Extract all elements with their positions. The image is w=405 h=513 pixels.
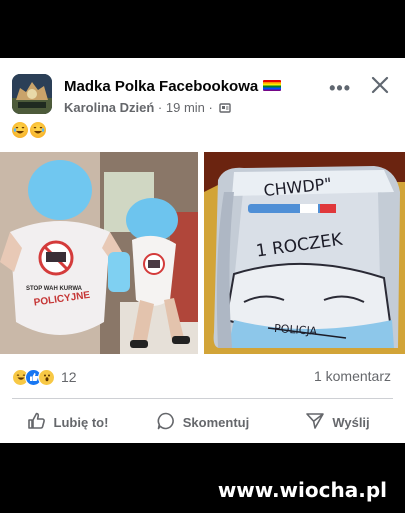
meta-separator: · xyxy=(157,100,163,115)
wow-reaction-icon xyxy=(38,368,55,386)
group-name[interactable]: Madka Polka Facebookowa xyxy=(64,78,282,95)
like-button-label: Lubię to! xyxy=(53,414,109,430)
rolling-laughing-emoji-icon xyxy=(12,122,28,138)
author-name[interactable]: Karolina Dzień xyxy=(64,100,154,115)
site-watermark: www.wiocha.pl xyxy=(217,478,387,502)
post-actions-bar: Lubię to! Skomentuj Wyślij xyxy=(0,404,405,440)
group-name-text[interactable]: Madka Polka Facebookowa xyxy=(64,78,258,95)
post-photos: STOP WAH KURWA POLICYJNE CHWDP" 1 ROCZEK… xyxy=(0,152,405,354)
close-icon[interactable] xyxy=(369,74,391,96)
meta-separator-2: · xyxy=(208,100,213,115)
thumbs-up-icon xyxy=(27,411,47,434)
photo-baby-onesie[interactable]: STOP WAH KURWA POLICYJNE xyxy=(0,152,198,354)
share-button[interactable]: Wyślij xyxy=(270,404,405,440)
like-button[interactable]: Lubię to! xyxy=(0,404,135,440)
post-meta: Karolina Dzień · 19 min · xyxy=(64,100,231,117)
comments-count-link[interactable]: 1 komentarz xyxy=(314,368,391,384)
more-options-icon[interactable]: ••• xyxy=(329,78,351,99)
rolling-laughing-emoji-icon-2 xyxy=(30,122,46,138)
facebook-post-card: Madka Polka Facebookowa Karolina Dzień ·… xyxy=(0,58,405,443)
reactions-count: 12 xyxy=(61,369,77,385)
actions-divider xyxy=(12,398,393,399)
send-icon xyxy=(305,411,325,434)
comment-button-label: Skomentuj xyxy=(182,414,250,430)
group-avatar[interactable] xyxy=(12,74,52,114)
rainbow-flag-icon xyxy=(263,80,282,91)
reactions-summary[interactable]: 12 xyxy=(12,366,77,388)
comment-button[interactable]: Skomentuj xyxy=(135,404,270,440)
post-header: Madka Polka Facebookowa Karolina Dzień ·… xyxy=(12,74,393,118)
share-button-label: Wyślij xyxy=(332,414,370,430)
post-text xyxy=(12,122,48,143)
photo-police-car-cake[interactable]: CHWDP" 1 ROCZEK POLICJA xyxy=(204,152,405,354)
privacy-group-icon xyxy=(218,102,231,117)
post-time[interactable]: 19 min xyxy=(166,100,205,115)
comment-icon xyxy=(156,411,176,434)
screenshot-frame: Madka Polka Facebookowa Karolina Dzień ·… xyxy=(0,0,405,513)
